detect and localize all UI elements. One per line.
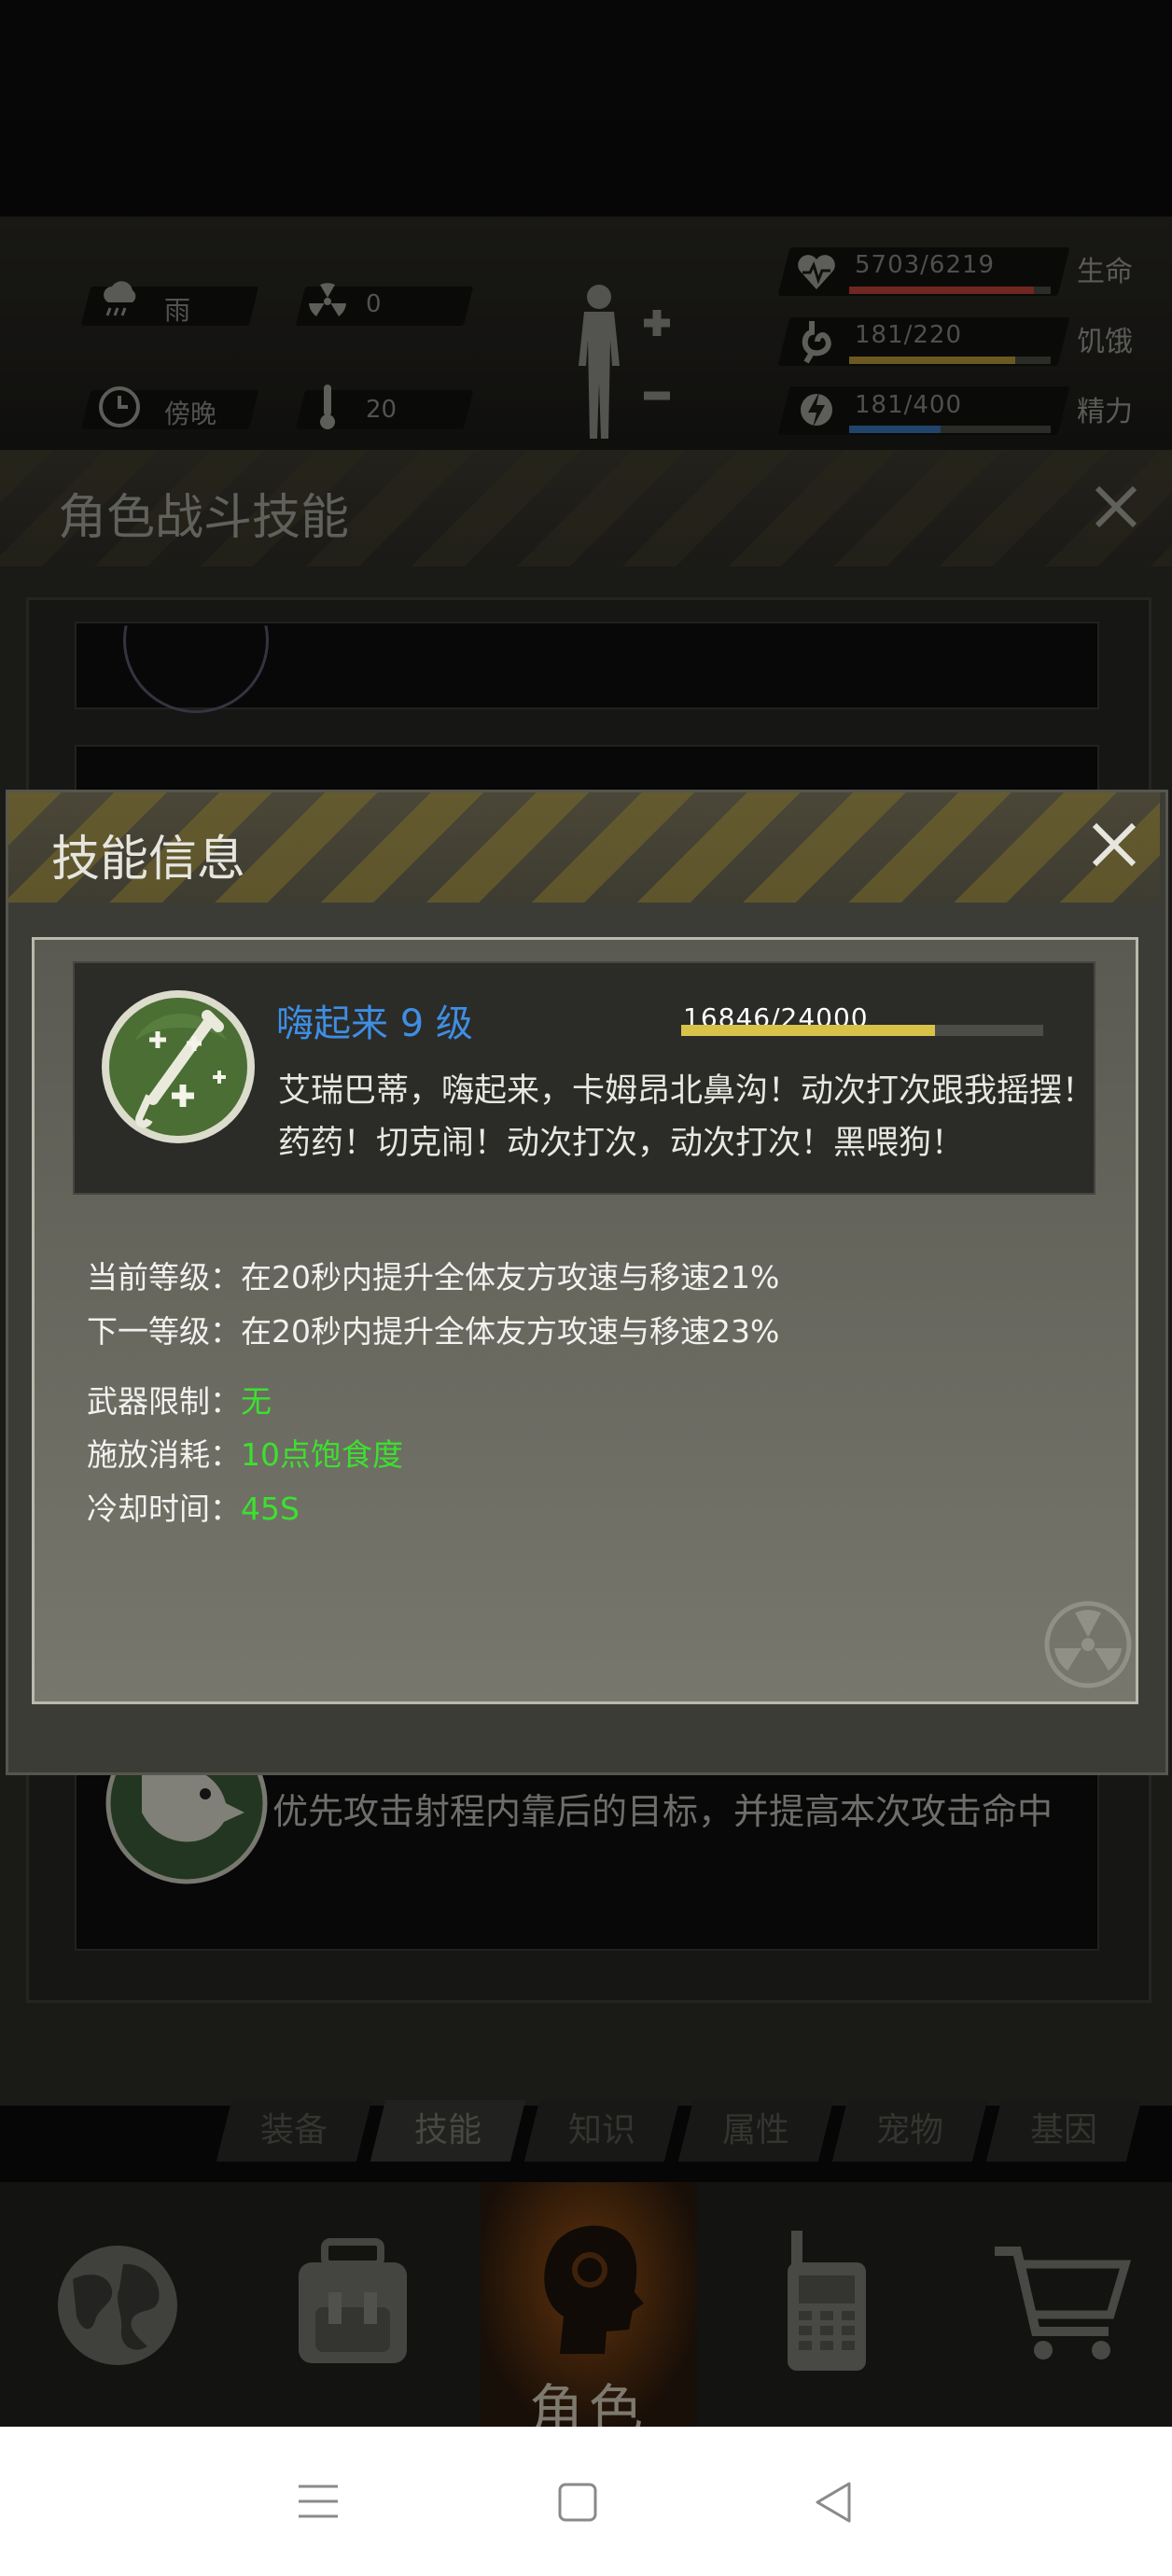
cooldown-row: 冷却时间：45S [87, 1484, 300, 1529]
current-level-label: 当前等级： [87, 1259, 241, 1295]
cast-cost-value: 10点饱食度 [241, 1436, 403, 1473]
cast-cost-label: 施放消耗： [87, 1436, 241, 1473]
home-icon[interactable] [558, 2483, 597, 2522]
weapon-limit-label: 武器限制： [87, 1383, 241, 1420]
next-level-label: 下一等级： [87, 1313, 241, 1350]
skill-xp-bar [681, 1025, 1043, 1036]
syringe-skill-icon [102, 990, 255, 1143]
current-level-value: 在20秒内提升全体友方攻速与移速21% [241, 1259, 780, 1295]
skill-description-line1: 艾瑞巴蒂，嗨起来，卡姆昂北鼻沟！动次打次跟我摇摆！ [278, 1072, 1095, 1110]
radiation-watermark-icon [1044, 1601, 1132, 1688]
current-level-row: 当前等级：在20秒内提升全体友方攻速与移速21% [87, 1253, 779, 1297]
cooldown-value: 45S [241, 1491, 300, 1527]
skill-xp-bar-fill [681, 1025, 936, 1036]
skill-info-close-icon[interactable] [1087, 818, 1141, 872]
back-icon[interactable] [814, 2481, 853, 2524]
skill-info-title: 技能信息 [51, 832, 246, 888]
menu-icon[interactable] [297, 2483, 340, 2520]
skill-description-line2: 药药！切克闹！动次打次，动次打次！黑喂狗！ [278, 1125, 965, 1162]
weapon-limit-row: 武器限制：无 [87, 1377, 272, 1421]
next-level-row: 下一等级：在20秒内提升全体友方攻速与移速23% [87, 1307, 779, 1351]
weapon-limit-value: 无 [241, 1383, 272, 1420]
cooldown-label: 冷却时间： [87, 1491, 241, 1527]
next-level-value: 在20秒内提升全体友方攻速与移速23% [241, 1313, 780, 1350]
cast-cost-row: 施放消耗：10点饱食度 [87, 1430, 403, 1475]
skill-name: 嗨起来 9 级 [276, 1002, 473, 1045]
